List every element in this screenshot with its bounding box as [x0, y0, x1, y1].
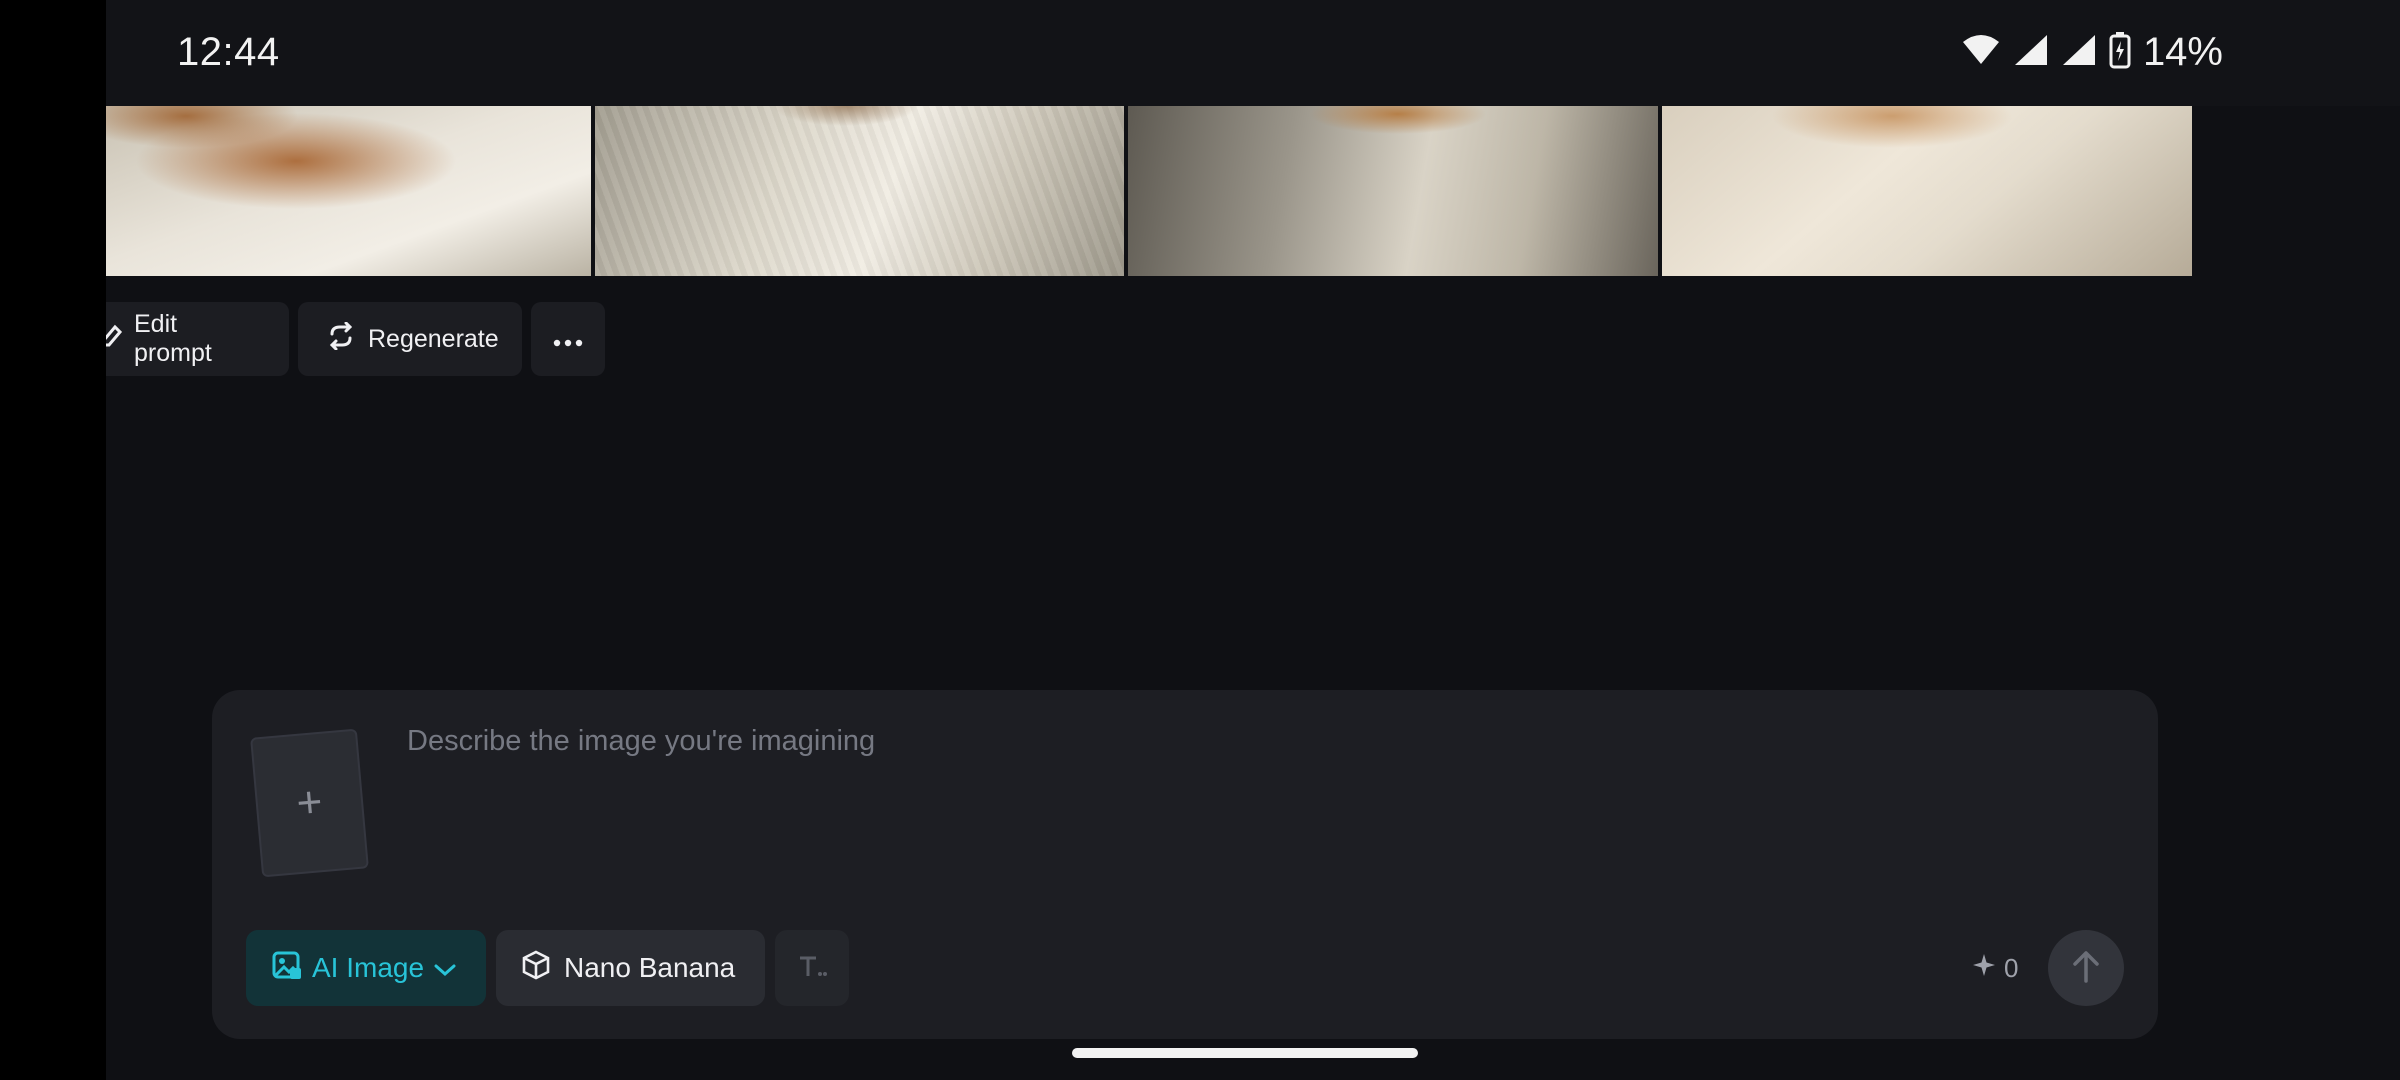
- left-edge-mask: [0, 0, 106, 1080]
- mode-label: AI Image: [312, 952, 425, 983]
- generated-image-2[interactable]: [595, 106, 1124, 276]
- more-options-button[interactable]: [531, 302, 605, 376]
- cube-icon: [522, 950, 550, 987]
- battery-percent: 14%: [2142, 30, 2223, 74]
- regenerate-icon: [326, 321, 356, 357]
- edit-prompt-button[interactable]: Edit prompt: [80, 302, 289, 376]
- image-actions: Edit prompt Regenerate: [80, 302, 605, 376]
- credits-indicator: 0: [1972, 950, 2018, 986]
- prompt-input[interactable]: [405, 720, 2109, 762]
- chevron-down-icon: [434, 952, 456, 984]
- text-style-icon: [797, 952, 827, 985]
- regenerate-button[interactable]: Regenerate: [298, 302, 522, 376]
- battery-charging-icon: [2109, 31, 2131, 74]
- sparkle-icon: [1972, 953, 1996, 984]
- prompt-composer: + AI Image Nano Banana 0: [212, 690, 2158, 1039]
- generated-image-1[interactable]: [106, 106, 591, 276]
- mode-selector[interactable]: AI Image: [246, 930, 486, 1006]
- status-time: 12:44: [177, 30, 280, 74]
- home-indicator[interactable]: [1072, 1048, 1418, 1058]
- arrow-up-icon: [2071, 949, 2101, 988]
- ai-image-icon: [272, 950, 302, 987]
- add-reference-image-button[interactable]: +: [250, 728, 369, 878]
- plus-icon: +: [294, 776, 325, 829]
- generated-image-3[interactable]: [1128, 106, 1658, 276]
- text-style-button[interactable]: [775, 930, 849, 1006]
- generated-images-row: [106, 106, 2192, 276]
- model-label: Nano Banana: [564, 952, 736, 983]
- model-selector[interactable]: Nano Banana: [496, 930, 765, 1006]
- credits-count: 0: [2004, 952, 2019, 983]
- wifi-icon: [1961, 34, 2001, 71]
- send-button[interactable]: [2048, 930, 2124, 1006]
- more-icon: [553, 325, 583, 354]
- regenerate-label: Regenerate: [368, 324, 499, 353]
- generated-image-4[interactable]: [1662, 106, 2192, 276]
- cell-signal-icon-2: [2061, 33, 2097, 72]
- edit-prompt-label: Edit prompt: [134, 310, 212, 367]
- cell-signal-icon: [2013, 33, 2049, 72]
- status-icons: 14%: [1961, 30, 2223, 75]
